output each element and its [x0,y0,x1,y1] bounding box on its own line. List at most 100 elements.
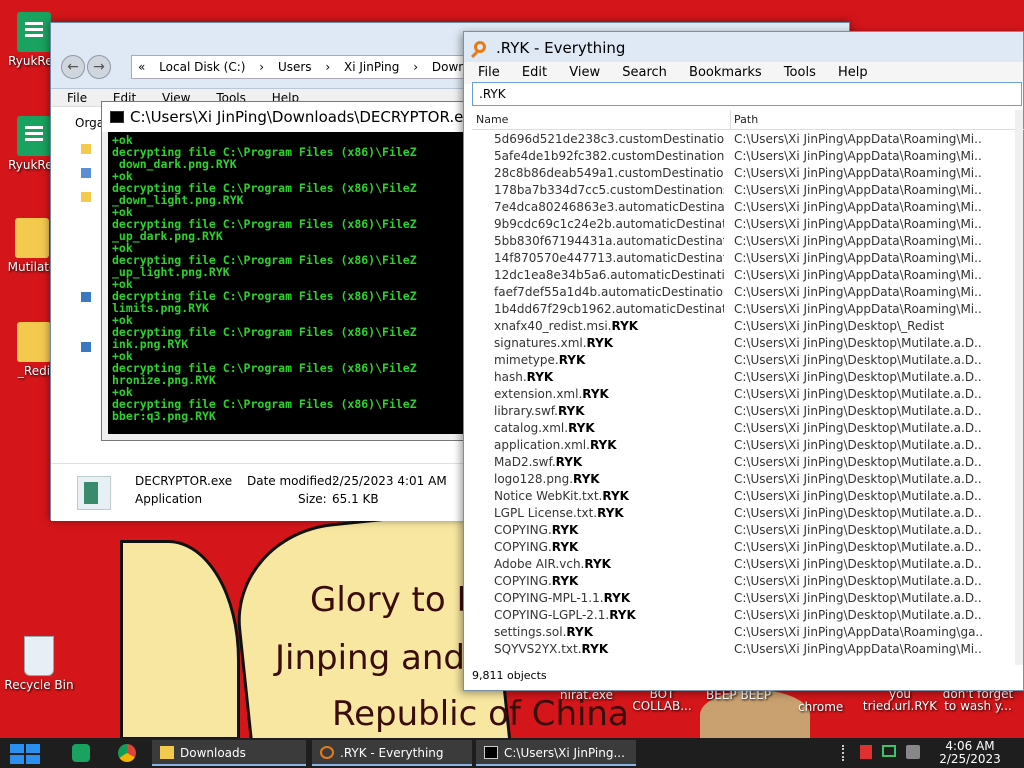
result-name-base: 5afe4de1b92fc382.customDestinations-... [494,149,724,163]
result-row[interactable]: settings.sol.RYK C:\Users\Xi JinPing\AppD… [472,624,1024,641]
flag-icon[interactable] [860,745,872,759]
result-row[interactable]: 28c8b86deab549a1.customDestinations... C:… [472,165,1024,182]
console-title-bar[interactable]: C:\Users\Xi JinPing\Downloads\DECRYPTOR.… [102,102,480,132]
result-row[interactable]: xnafx40_redist.msi.RYK C:\Users\Xi JinPin… [472,318,1024,335]
desktop-icon-bot-collab[interactable]: BOT COLLAB... [632,688,692,712]
menu-view[interactable]: View [569,65,600,80]
result-row[interactable]: faef7def55a1d4b.automaticDestination... C… [472,284,1024,301]
result-row[interactable]: MaD2.swf.RYK C:\Users\Xi JinPing\Desktop\… [472,454,1024,471]
wallpaper-text-line-2: Jinping and [275,638,465,678]
back-button[interactable]: ← [61,55,85,79]
chrome-icon[interactable] [118,744,136,762]
organize-button[interactable]: Orga [51,108,104,130]
everything-title: .RYK - Everything [496,39,626,57]
menu-bookmarks[interactable]: Bookmarks [689,65,762,80]
result-name-extension: RYK [568,421,595,435]
taskbar-button-label: Downloads [180,746,246,760]
column-header-path[interactable]: Path [730,110,758,130]
result-name: 178ba7b334d7cc5.customDestinations-... [494,182,724,199]
result-row[interactable]: COPYING.RYK C:\Users\Xi JinPing\Desktop\M… [472,539,1024,556]
result-row[interactable]: 5d696d521de238c3.customDestinations... C:… [472,131,1024,148]
result-row[interactable]: 1b4dd67f29cb1962.automaticDestinatio... C… [472,301,1024,318]
menu-edit[interactable]: Edit [522,65,547,80]
result-name-extension: RYK [609,608,636,622]
result-row[interactable]: LGPL License.txt.RYK C:\Users\Xi JinPing\… [472,505,1024,522]
taskbar-button-label: C:\Users\Xi JinPing... [504,746,625,760]
result-row[interactable]: 9b9cdc69c1c24e2b.automaticDestinatio... C… [472,216,1024,233]
result-name-extension: RYK [603,591,631,605]
menu-tools[interactable]: Tools [784,65,816,80]
folder-icon [15,218,49,258]
document-icon [17,116,51,156]
result-row[interactable]: hash.RYK C:\Users\Xi JinPing\Desktop\Muti… [472,369,1024,386]
result-row[interactable]: COPYING-LGPL-2.1.RYK C:\Users\Xi JinPing\… [472,607,1024,624]
result-name-extension: RYK [555,455,583,469]
breadcrumb-separator: › [413,60,419,74]
notes-app-icon[interactable] [72,744,90,762]
result-row[interactable]: 5afe4de1b92fc382.customDestinations-... C… [472,148,1024,165]
desktop-icon-chrome[interactable]: chrome [798,700,843,714]
result-path: C:\Users\Xi JinPing\Desktop\Mutilate.a.D… [734,540,982,554]
taskbar-downloads-button[interactable]: Downloads [152,740,306,766]
menu-search[interactable]: Search [622,65,667,80]
result-name-extension: RYK [566,625,593,639]
result-name: 5d696d521de238c3.customDestinations... [494,131,724,148]
result-row[interactable]: 14f870570e447713.automaticDestinatio... C… [472,250,1024,267]
desktop-icon-label: _Redi [17,364,51,378]
start-button[interactable] [10,744,42,764]
search-input[interactable]: .RYK [472,82,1022,106]
breadcrumb-overflow[interactable]: « [138,60,145,74]
result-row[interactable]: catalog.xml.RYK C:\Users\Xi JinPing\Deskt… [472,420,1024,437]
result-name: application.xml.RYK [494,437,724,454]
taskbar-console-button[interactable]: C:\Users\Xi JinPing... [476,740,636,766]
date-modified-label: Date modified: [247,474,337,488]
taskbar-everything-button[interactable]: .RYK - Everything [312,740,472,766]
result-row[interactable]: Notice WebKit.txt.RYK C:\Users\Xi JinPing… [472,488,1024,505]
result-row[interactable]: 178ba7b334d7cc5.customDestinations-... C:… [472,182,1024,199]
forward-button[interactable]: → [87,55,111,79]
result-row[interactable]: 7e4dca80246863e3.automaticDestinatio... C… [472,199,1024,216]
breadcrumb-xi-jinping[interactable]: Xi JinPing [344,60,399,74]
result-path: C:\Users\Xi JinPing\Desktop\_Redist [734,319,945,333]
result-name-extension: RYK [584,557,611,571]
result-row[interactable]: SQYVS2YX.txt.RYK C:\Users\Xi JinPing\AppD… [472,641,1024,658]
volume-icon[interactable] [906,745,920,759]
result-path: C:\Users\Xi JinPing\AppData\Roaming\Mi..… [734,234,982,248]
everything-title-bar[interactable]: .RYK - Everything [464,32,1023,62]
network-icon[interactable] [882,745,896,757]
console-window[interactable]: C:\Users\Xi JinPing\Downloads\DECRYPTOR.… [101,101,482,441]
result-path: C:\Users\Xi JinPing\Desktop\Mutilate.a.D… [734,387,982,401]
result-path: C:\Users\Xi JinPing\AppData\Roaming\Mi..… [734,149,982,163]
result-row[interactable]: signatures.xml.RYK C:\Users\Xi JinPing\De… [472,335,1024,352]
desktop-icon-dont-forget[interactable]: don't forget to wash y... [940,688,1016,712]
result-row[interactable]: 5bb830f67194431a.automaticDestinatio... C… [472,233,1024,250]
desktop-icon-you-tried[interactable]: you tried.url.RYK [862,688,938,712]
result-name-base: 9b9cdc69c1c24e2b.automaticDestinatio... [494,217,724,231]
breadcrumb-users[interactable]: Users [278,60,312,74]
menu-file[interactable]: File [67,91,87,105]
column-header-name[interactable]: Name [476,110,508,130]
results-list[interactable]: 5d696d521de238c3.customDestinations... C:… [472,131,1024,664]
desktop-icon-recycle-bin[interactable]: Recycle Bin [4,636,74,692]
results-scrollbar[interactable] [1015,110,1023,665]
result-row[interactable]: COPYING-MPL-1.1.RYK C:\Users\Xi JinPing\D… [472,590,1024,607]
tray-more-icon[interactable] [842,745,846,761]
everything-window[interactable]: .RYK - Everything File Edit View Search … [463,31,1024,691]
result-row[interactable]: logo128.png.RYK C:\Users\Xi JinPing\Deskt… [472,471,1024,488]
result-row[interactable]: library.swf.RYK C:\Users\Xi JinPing\Deskt… [472,403,1024,420]
result-name: signatures.xml.RYK [494,335,724,352]
clock[interactable]: 4:06 AM 2/25/2023 [930,740,1010,766]
menu-file[interactable]: File [478,65,500,80]
result-row[interactable]: extension.xml.RYK C:\Users\Xi JinPing\Des… [472,386,1024,403]
result-row[interactable]: 12dc1ea8e34b5a6.automaticDestination... C… [472,267,1024,284]
menu-help[interactable]: Help [838,65,868,80]
result-row[interactable]: Adobe AIR.vch.RYK C:\Users\Xi JinPing\Des… [472,556,1024,573]
breadcrumb-local-disk[interactable]: Local Disk (C:) [159,60,245,74]
result-row[interactable]: COPYING.RYK C:\Users\Xi JinPing\Desktop\M… [472,522,1024,539]
result-row[interactable]: COPYING.RYK C:\Users\Xi JinPing\Desktop\M… [472,573,1024,590]
result-name: 7e4dca80246863e3.automaticDestinatio... [494,199,724,216]
result-row[interactable]: mimetype.RYK C:\Users\Xi JinPing\Desktop\… [472,352,1024,369]
result-row[interactable]: application.xml.RYK C:\Users\Xi JinPing\D… [472,437,1024,454]
result-name-base: 5d696d521de238c3.customDestinations... [494,132,724,146]
explorer-nav-pane[interactable]: Orga [51,108,104,478]
